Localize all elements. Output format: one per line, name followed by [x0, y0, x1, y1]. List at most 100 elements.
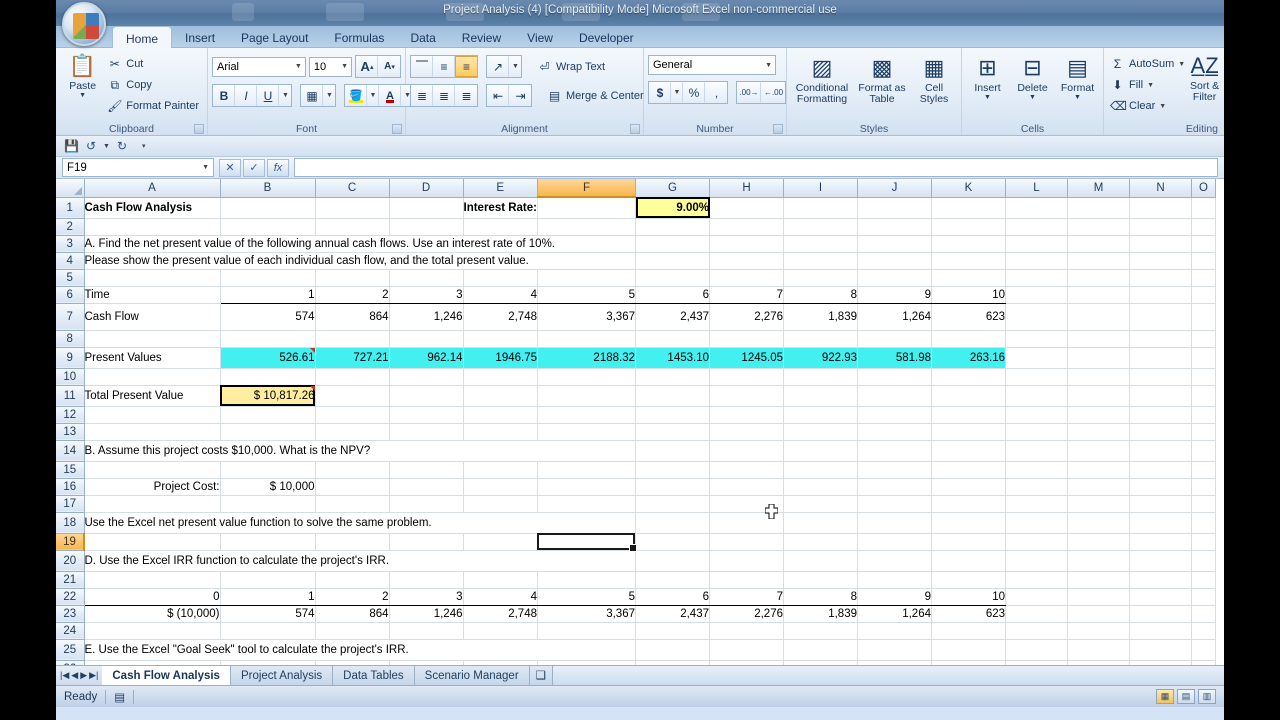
delete-cells-button[interactable]: ⊟ Delete ▼ — [1011, 53, 1054, 119]
cell-D22[interactable]: 3 — [389, 588, 464, 606]
cell-O8[interactable] — [1191, 330, 1216, 348]
cell-I14[interactable] — [783, 440, 858, 462]
cell-H11[interactable] — [709, 385, 784, 407]
cell-G8[interactable] — [635, 330, 710, 348]
cell-M10[interactable] — [1067, 368, 1130, 386]
cell-G13[interactable] — [635, 423, 710, 441]
ribbon-tab-developer[interactable]: Developer — [566, 26, 647, 48]
cell-E19[interactable] — [463, 533, 538, 551]
cell-M14[interactable] — [1067, 440, 1130, 462]
cell-M7[interactable] — [1067, 303, 1130, 331]
cell-A10[interactable] — [84, 368, 221, 386]
cell-N18[interactable] — [1129, 512, 1192, 534]
cell-H16[interactable] — [709, 478, 784, 496]
cell-H20[interactable] — [709, 550, 784, 572]
borders-dropdown[interactable]: ▼ — [323, 85, 335, 106]
cell-H2[interactable] — [709, 218, 784, 236]
row-header-14[interactable]: 14 — [56, 440, 85, 462]
cell-O10[interactable] — [1191, 368, 1216, 386]
cell-J22[interactable]: 9 — [857, 588, 932, 606]
cell-N17[interactable] — [1129, 495, 1192, 513]
cell-A3[interactable]: A. Find the net present value of the fol… — [84, 235, 636, 253]
cell-N13[interactable] — [1129, 423, 1192, 441]
last-sheet-icon[interactable]: ▶| — [89, 670, 98, 681]
column-header-M[interactable]: M — [1067, 179, 1130, 198]
cancel-formula-button[interactable]: ✕ — [219, 158, 241, 177]
customize-qat-icon[interactable]: ▾ — [142, 142, 146, 150]
cell-G12[interactable] — [635, 406, 710, 424]
ribbon-tab-insert[interactable]: Insert — [172, 26, 228, 48]
cell-K9[interactable]: 263.16 — [931, 347, 1006, 369]
ribbon-tab-data[interactable]: Data — [397, 26, 448, 48]
copy-button[interactable]: ⧉ Copy — [105, 75, 203, 95]
cell-E15[interactable] — [463, 461, 538, 479]
cell-F15[interactable] — [537, 461, 636, 479]
cell-B6[interactable]: 1 — [220, 286, 316, 304]
cell-D13[interactable] — [389, 423, 464, 441]
cell-E9[interactable]: 1946.75 — [463, 347, 538, 369]
cell-M12[interactable] — [1067, 406, 1130, 424]
align-bottom-button[interactable]: ≡ — [455, 56, 477, 77]
align-right-button[interactable]: ≣ — [455, 85, 477, 106]
cell-M11[interactable] — [1067, 385, 1130, 407]
cell-L21[interactable] — [1005, 571, 1068, 589]
cell-K21[interactable] — [931, 571, 1006, 589]
cell-D6[interactable]: 3 — [389, 286, 464, 304]
cell-B15[interactable] — [220, 461, 316, 479]
underline-dropdown[interactable]: ▼ — [279, 85, 291, 106]
cell-G14[interactable] — [635, 440, 710, 462]
cell-A12[interactable] — [84, 406, 221, 424]
cell-H19[interactable] — [709, 533, 784, 551]
cell-O14[interactable] — [1191, 440, 1216, 462]
cell-C6[interactable]: 2 — [315, 286, 390, 304]
fill-button[interactable]: ⬇ Fill ▼ — [1108, 75, 1189, 95]
cell-B22[interactable]: 1 — [220, 588, 316, 606]
cell-B9[interactable]: 526.61 — [220, 347, 316, 369]
cell-F7[interactable]: 3,367 — [537, 303, 636, 331]
column-header-L[interactable]: L — [1005, 179, 1068, 198]
cell-M4[interactable] — [1067, 252, 1130, 270]
cell-G6[interactable]: 6 — [635, 286, 710, 304]
clipboard-dialog-launcher[interactable] — [194, 124, 204, 134]
cell-B17[interactable] — [220, 495, 316, 513]
cell-L20[interactable] — [1005, 550, 1068, 572]
cell-C9[interactable]: 727.21 — [315, 347, 390, 369]
cell-F12[interactable] — [537, 406, 636, 424]
cell-G26[interactable] — [635, 660, 710, 665]
row-header-6[interactable]: 6 — [56, 286, 85, 304]
cell-F9[interactable]: 2188.32 — [537, 347, 636, 369]
cell-I25[interactable] — [783, 639, 858, 661]
cell-C22[interactable]: 2 — [315, 588, 390, 606]
paste-button[interactable]: 📋 Paste ▼ — [60, 51, 105, 117]
cell-G23[interactable]: 2,437 — [635, 605, 710, 623]
number-dialog-launcher[interactable] — [773, 124, 783, 134]
row-header-12[interactable]: 12 — [56, 406, 85, 424]
cell-J6[interactable]: 9 — [857, 286, 932, 304]
cell-C23[interactable]: 864 — [315, 605, 390, 623]
cell-F22[interactable]: 5 — [537, 588, 636, 606]
cell-L2[interactable] — [1005, 218, 1068, 236]
column-header-G[interactable]: G — [635, 179, 710, 198]
cell-N4[interactable] — [1129, 252, 1192, 270]
cell-M9[interactable] — [1067, 347, 1130, 369]
cell-N7[interactable] — [1129, 303, 1192, 331]
cell-B1[interactable] — [220, 197, 316, 219]
cell-J18[interactable] — [857, 512, 932, 534]
row-header-9[interactable]: 9 — [56, 347, 85, 369]
cell-N11[interactable] — [1129, 385, 1192, 407]
cell-F26[interactable] — [537, 660, 636, 665]
cell-N20[interactable] — [1129, 550, 1192, 572]
insert-dropdown-arrow[interactable]: ▼ — [984, 94, 991, 101]
cell-B5[interactable] — [220, 269, 316, 287]
row-header-13[interactable]: 13 — [56, 423, 85, 441]
cell-I8[interactable] — [783, 330, 858, 348]
insert-worksheet-button[interactable]: ❑ — [529, 666, 553, 685]
cell-N9[interactable] — [1129, 347, 1192, 369]
format-painter-button[interactable]: 🖌 Format Painter — [105, 96, 203, 116]
ribbon-tab-formulas[interactable]: Formulas — [321, 26, 397, 48]
increase-decimal-button[interactable]: .00→ — [737, 82, 761, 103]
cell-J9[interactable]: 581.98 — [857, 347, 932, 369]
cell-E5[interactable] — [463, 269, 538, 287]
column-header-K[interactable]: K — [931, 179, 1006, 198]
cell-C24[interactable] — [315, 622, 390, 640]
